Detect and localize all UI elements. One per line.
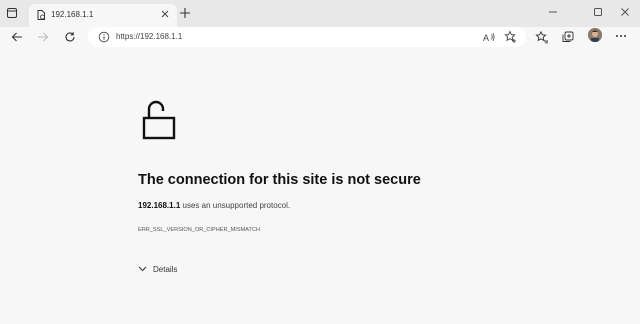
new-tab-icon[interactable] <box>179 7 191 19</box>
unlocked-padlock-icon <box>142 98 176 140</box>
error-description: 192.168.1.1 uses an unsupported protocol… <box>138 201 290 210</box>
tab-bar: 192.168.1.1 <box>0 0 640 27</box>
tab-close-icon[interactable] <box>160 9 170 19</box>
details-toggle[interactable]: Details <box>138 265 177 274</box>
tab-active[interactable]: 192.168.1.1 <box>29 4 177 27</box>
svg-text:A: A <box>483 33 489 43</box>
minimize-icon[interactable] <box>546 5 560 19</box>
forward-icon[interactable] <box>36 30 50 44</box>
error-page: The connection for this site is not secu… <box>0 48 640 324</box>
profile-avatar[interactable] <box>588 28 602 42</box>
error-code: ERR_SSL_VERSION_OR_CIPHER_MISMATCH <box>138 227 261 233</box>
details-label: Details <box>153 265 178 274</box>
favorites-icon[interactable] <box>535 30 549 44</box>
tab-actions-icon[interactable] <box>6 7 18 19</box>
maximize-icon[interactable] <box>591 5 605 19</box>
close-window-icon[interactable] <box>618 5 632 19</box>
address-bar[interactable]: https://192.168.1.1 A <box>88 27 526 47</box>
error-message: uses an unsupported protocol. <box>182 201 291 210</box>
settings-more-icon[interactable] <box>614 30 628 42</box>
collections-icon[interactable] <box>561 30 575 44</box>
url-text[interactable]: https://192.168.1.1 <box>116 32 182 41</box>
error-heading: The connection for this site is not secu… <box>138 172 421 188</box>
site-info-icon[interactable] <box>98 31 110 43</box>
page-icon <box>35 9 47 21</box>
refresh-icon[interactable] <box>63 30 77 44</box>
error-host: 192.168.1.1 <box>138 201 181 210</box>
read-aloud-icon[interactable]: A <box>482 30 496 44</box>
toolbar: https://192.168.1.1 A <box>0 27 640 47</box>
tab-title: 192.168.1.1 <box>51 10 94 19</box>
add-favorite-icon[interactable] <box>504 30 518 44</box>
back-icon[interactable] <box>10 30 24 44</box>
chevron-down-icon <box>138 266 153 272</box>
